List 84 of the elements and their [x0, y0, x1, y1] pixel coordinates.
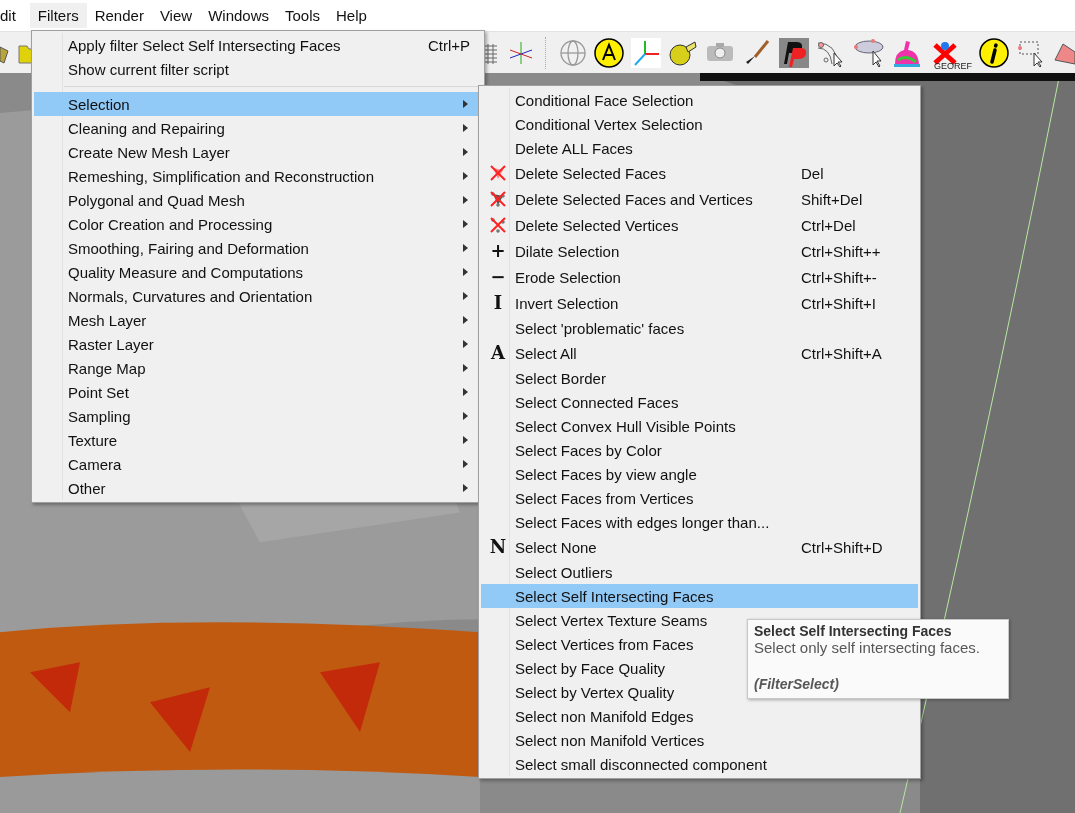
pp-icon[interactable] [779, 37, 809, 68]
menu-item[interactable]: Sampling [34, 404, 482, 428]
menu-item[interactable]: − Erode Selection Ctrl+Shift+- [481, 264, 918, 290]
submenu-arrow-icon [463, 124, 468, 132]
menu-item-glyph: A [491, 344, 505, 362]
annotation-icon[interactable] [594, 37, 624, 68]
menu-item[interactable]: Cleaning and Repairing [34, 116, 482, 140]
submenu-arrow-icon [463, 196, 468, 204]
submenu-arrow-icon [463, 388, 468, 396]
submenu-arrow-icon [463, 100, 468, 108]
menu-item[interactable]: Camera [34, 452, 482, 476]
submenu-arrow-icon [463, 220, 468, 228]
delete-icon [489, 190, 507, 208]
tooltip-filter-name: (FilterSelect) [754, 676, 840, 692]
menu-item-glyph: I [493, 294, 503, 312]
submenu-arrow-icon [463, 340, 468, 348]
menu-item[interactable]: Select Connected Faces [481, 390, 918, 414]
menu-item[interactable]: Polygonal and Quad Mesh [34, 188, 482, 212]
menu-item[interactable]: Delete Selected Faces Del [481, 160, 918, 186]
menu-item[interactable]: Delete ALL Faces [481, 136, 918, 160]
menu-item[interactable]: Select 'problematic' faces [481, 316, 918, 340]
menu-item[interactable]: Range Map [34, 356, 482, 380]
menu-bar-item[interactable]: View [151, 3, 201, 28]
menu-item[interactable]: Select Convex Hull Visible Points [481, 414, 918, 438]
submenu-arrow-icon [463, 412, 468, 420]
menu-bar-item[interactable]: Help [328, 3, 375, 28]
submenu-arrow-icon [463, 244, 468, 252]
delete-icon [489, 164, 507, 182]
menu-bar-item[interactable]: Windows [200, 3, 277, 28]
menu-bar-item[interactable]: Render [86, 3, 152, 28]
menu-item[interactable]: Mesh Layer [34, 308, 482, 332]
menu-item[interactable]: Create New Mesh Layer [34, 140, 482, 164]
delete-icon [489, 216, 507, 234]
menu-item[interactable]: Select non Manifold Edges [481, 704, 918, 728]
menu-item[interactable]: Select non Manifold Vertices [481, 728, 918, 752]
menu-item[interactable]: Point Set [34, 380, 482, 404]
submenu-arrow-icon [463, 268, 468, 276]
submenu-arrow-icon [463, 148, 468, 156]
menu-item[interactable]: Color Creation and Processing [34, 212, 482, 236]
submenu-arrow-icon [463, 292, 468, 300]
submenu-arrow-icon [463, 364, 468, 372]
tooltip-title: Select Self Intersecting Faces [754, 623, 953, 639]
menu-item[interactable]: Select small disconnected component [481, 752, 918, 776]
georef-label: GEOREF [934, 60, 972, 71]
menu-item[interactable]: Show current filter script [34, 57, 482, 81]
menu-item[interactable]: A Select All Ctrl+Shift+A [481, 340, 918, 366]
globe-icon[interactable] [559, 38, 587, 67]
menu-item-glyph: − [490, 268, 506, 286]
menu-item[interactable]: Select Faces by Color [481, 438, 918, 462]
menu-item[interactable]: Delete Selected Faces and Vertices Shift+Del [481, 186, 918, 212]
info-icon[interactable] [979, 37, 1009, 68]
menu-bar-item[interactable]: Tools [277, 3, 329, 28]
menu-item[interactable]: Select Faces from Vertices [481, 486, 918, 510]
menu-item[interactable]: Select Border [481, 366, 918, 390]
menu-item[interactable]: Other [34, 476, 482, 500]
menu-item[interactable]: Select Outliers [481, 560, 918, 584]
menu-item[interactable]: Select Faces with edges longer than... [481, 510, 918, 534]
submenu-arrow-icon [463, 172, 468, 180]
submenu-arrow-icon [463, 460, 468, 468]
ellipse-selection-icon[interactable] [853, 37, 885, 68]
menu-item[interactable]: I Invert Selection Ctrl+Shift+I [481, 290, 918, 316]
menu-item[interactable]: Select Faces by view angle [481, 462, 918, 486]
menu-bar-item[interactable]: dit [0, 3, 30, 28]
menu-item-glyph: N [489, 538, 507, 556]
menu-bar-item[interactable]: Filters [29, 3, 87, 28]
menu-item[interactable]: Texture [34, 428, 482, 452]
menu-item[interactable]: Select Self Intersecting Faces [481, 584, 918, 608]
menu-item[interactable]: N Select None Ctrl+Shift+D [481, 534, 918, 560]
menu-item[interactable]: Smoothing, Fairing and Deformation [34, 236, 482, 260]
tooltip-description: Select only self intersecting faces. [754, 639, 981, 656]
menu-item[interactable]: Remeshing, Simplification and Reconstruction [34, 164, 482, 188]
menu-item[interactable]: Conditional Vertex Selection [481, 112, 918, 136]
menu-item[interactable]: Raster Layer [34, 332, 482, 356]
menu-item[interactable]: + Dilate Selection Ctrl+Shift++ [481, 238, 918, 264]
menu-item[interactable]: Conditional Face Selection [481, 88, 918, 112]
submenu-arrow-icon [463, 484, 468, 492]
menu-item[interactable]: Delete Selected Vertices Ctrl+Del [481, 212, 918, 238]
menu-item[interactable]: Quality Measure and Computations [34, 260, 482, 284]
menu-item-glyph: + [490, 242, 506, 260]
submenu-arrow-icon [463, 436, 468, 444]
axes-icon[interactable] [631, 37, 661, 68]
menu-item[interactable]: Normals, Curvatures and Orientation [34, 284, 482, 308]
menu-item[interactable]: Apply filter Select Self Intersecting Faces Ctrl+P [34, 33, 482, 57]
submenu-arrow-icon [463, 316, 468, 324]
